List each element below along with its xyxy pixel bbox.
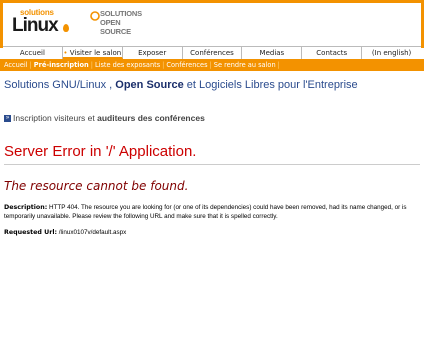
nav-item-in-english[interactable]: (In english) — [362, 47, 421, 59]
error-title: Server Error in '/' Application. — [4, 143, 197, 160]
requested-url-value: /linux0107v/default.aspx — [57, 229, 127, 236]
error-subtitle: The resource cannot be found. — [4, 179, 189, 193]
requested-url-label: Requested Url: — [4, 229, 58, 236]
logo2-line-3: SOURCE — [100, 27, 131, 36]
nav-item-conferences[interactable]: Conférences — [183, 47, 243, 59]
subnav-separator: | — [90, 61, 93, 69]
subnav-link-se-rendre[interactable]: Se rendre au salon — [214, 61, 276, 69]
subnav-link-conferences[interactable]: Conférences — [166, 61, 207, 69]
open-source-mark-icon — [90, 11, 100, 21]
subnav-separator: | — [277, 61, 280, 69]
subnav-separator: | — [209, 61, 212, 69]
left-border — [0, 0, 3, 48]
logo-big-text: Linux — [12, 15, 59, 36]
description-text: HTTP 404. The resource you are looking f… — [4, 204, 407, 220]
nav-item-accueil[interactable]: Accueil — [3, 47, 63, 59]
description-label: Description: — [4, 204, 48, 211]
requested-url: Requested Url: /linux0107v/default.aspx — [4, 229, 126, 236]
page-tagline: Solutions GNU/Linux , Open Source et Log… — [4, 79, 358, 91]
solutions-linux-logo[interactable]: solutions Linux — [6, 6, 72, 38]
logo2-line-1: SOLUTIONS — [100, 9, 142, 18]
error-divider — [4, 164, 420, 165]
nav-item-visiter-le-salon[interactable]: • Visiter le salon — [62, 47, 123, 59]
sub-nav: Accueil | Pré-inscription | Liste des exposa… — [0, 59, 424, 71]
error-description: Description: HTTP 404. The resource you … — [4, 204, 420, 221]
logo-drop-icon — [63, 24, 69, 32]
subnav-separator: | — [29, 61, 32, 69]
solutions-open-source-logo[interactable]: SOLUTIONS OPEN SOURCE — [90, 9, 150, 39]
subnav-link-accueil[interactable]: Accueil — [4, 61, 28, 69]
nav-item-contacts[interactable]: Contacts — [302, 47, 363, 59]
inscription-heading: » Inscription visiteurs et auditeurs des … — [4, 113, 205, 123]
nav-item-exposer[interactable]: Exposer — [123, 47, 183, 59]
nav-item-medias[interactable]: Medias — [242, 47, 303, 59]
nav-bullet-icon: • — [63, 49, 68, 57]
top-border — [0, 0, 424, 3]
subnav-link-liste-exposants[interactable]: Liste des exposants — [95, 61, 160, 69]
subnav-separator: | — [162, 61, 165, 69]
main-nav: Accueil • Visiter le salon Exposer Confé… — [3, 46, 421, 60]
arrow-icon: » — [4, 115, 11, 123]
logo2-line-2: OPEN — [100, 18, 121, 27]
tagline-bold: Open Source — [115, 79, 184, 91]
subnav-link-pre-inscription[interactable]: Pré-inscription — [34, 61, 89, 69]
